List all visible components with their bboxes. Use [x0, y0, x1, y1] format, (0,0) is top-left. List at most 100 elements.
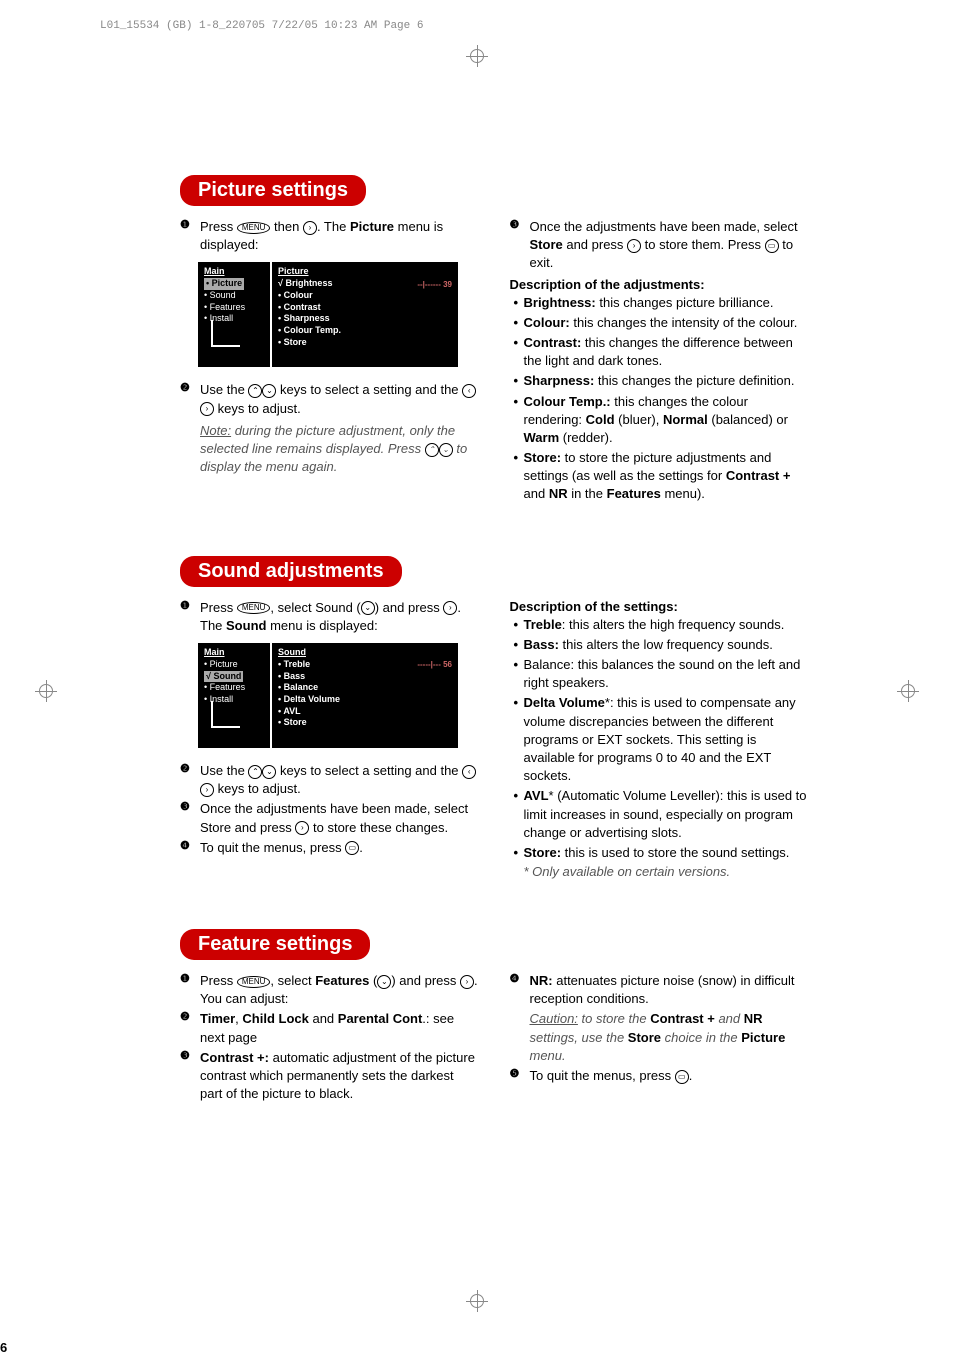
- text: , select Sound (: [270, 600, 360, 615]
- osd-item: • Store: [278, 337, 452, 349]
- page-number: 6: [0, 1340, 7, 1355]
- right-key-icon: ›: [303, 221, 317, 235]
- osd-slider: --|------ 39: [417, 280, 452, 289]
- text: Once the adjustments have been made, sel…: [530, 219, 798, 234]
- down-key-icon: ⌄: [377, 975, 391, 989]
- text: Cold: [586, 412, 615, 427]
- text: Press: [200, 973, 237, 988]
- picture-right-col: ❸ Once the adjustments have been made, s…: [510, 218, 810, 506]
- text: Delta Volume: [524, 695, 605, 710]
- text: Use the: [200, 382, 248, 397]
- osd-item: • Picture: [204, 659, 266, 671]
- text: .: [689, 1068, 693, 1083]
- right-key-icon: ›: [295, 821, 309, 835]
- text: Colour:: [524, 315, 570, 330]
- osd-item: • Balance: [278, 682, 452, 694]
- osd-item: • Colour Temp.: [278, 325, 452, 337]
- osd-item: • Delta Volume: [278, 694, 452, 706]
- text: Timer: [200, 1011, 235, 1026]
- text: Warm: [524, 430, 560, 445]
- text: Contrast:: [524, 335, 582, 350]
- osd-item: • Picture: [204, 278, 244, 290]
- feature-right-col: ❹ NR: attenuates picture noise (snow) in…: [510, 972, 810, 1105]
- text: To quit the menus, press: [200, 840, 345, 855]
- text: Features: [315, 973, 369, 988]
- osd-arrow-icon: [210, 701, 240, 736]
- osd-item: • Colour: [278, 290, 452, 302]
- text: (redder).: [559, 430, 612, 445]
- step-3-badge: ❸: [510, 218, 524, 233]
- text: and: [524, 486, 549, 501]
- step-2-badge: ❷: [180, 762, 194, 777]
- step-1-badge: ❶: [180, 218, 194, 233]
- sound-section: Sound adjustments ❶ Press MENU, select S…: [180, 556, 809, 879]
- step-4-badge: ❹: [510, 972, 524, 987]
- feature-section: Feature settings ❶ Press MENU, select Fe…: [180, 929, 809, 1105]
- down-key-icon: ⌄: [361, 601, 375, 615]
- text: Sound: [226, 618, 266, 633]
- text: this is used to store the sound settings…: [561, 845, 789, 860]
- text: settings, use the: [530, 1030, 628, 1045]
- sound-left-col: ❶ Press MENU, select Sound (⌄) and press…: [180, 599, 480, 879]
- text: and press: [563, 237, 627, 252]
- osd-item: • Features: [204, 302, 266, 314]
- exit-key-icon: ▭: [675, 1070, 689, 1084]
- note-label: Note:: [200, 423, 231, 438]
- left-key-icon: ‹: [462, 384, 476, 398]
- text: Bass:: [524, 637, 559, 652]
- text: Features: [607, 486, 661, 501]
- osd-arrow-icon: [210, 320, 240, 355]
- text: AVL: [524, 788, 549, 803]
- text: . The: [317, 219, 350, 234]
- text: then: [270, 219, 303, 234]
- text: Press: [200, 600, 237, 615]
- text: Contrast +:: [200, 1050, 269, 1065]
- text: Child Lock: [242, 1011, 308, 1026]
- text: this alters the low frequency sounds.: [559, 637, 773, 652]
- text: during the picture adjustment, only the …: [200, 423, 455, 456]
- text: Store: [530, 237, 563, 252]
- exit-key-icon: ▭: [345, 841, 359, 855]
- osd-sub-title: Picture: [278, 266, 452, 276]
- text: (: [369, 973, 377, 988]
- text: keys to adjust.: [214, 781, 301, 796]
- step-3-badge: ❸: [180, 800, 194, 815]
- step-1-badge: ❶: [180, 599, 194, 614]
- step-3-badge: ❸: [180, 1049, 194, 1064]
- text: Store: [628, 1030, 661, 1045]
- text: : this alters the high frequency sounds.: [562, 617, 785, 632]
- osd-main-title: Main: [204, 266, 266, 276]
- osd-main-title: Main: [204, 647, 266, 657]
- text: keys to select a setting and the: [276, 763, 462, 778]
- text: Treble: [524, 617, 562, 632]
- text: this changes the intensity of the colour…: [570, 315, 798, 330]
- page-content: Picture settings ❶ Press MENU then ›. Th…: [0, 0, 954, 1205]
- text: choice in the: [661, 1030, 741, 1045]
- up-key-icon: ⌃: [248, 765, 262, 779]
- osd-item: √ Brightness: [278, 278, 332, 290]
- sound-right-col: Description of the settings: Treble: thi…: [510, 599, 810, 879]
- text: in the: [568, 486, 607, 501]
- osd-item: • Sound: [204, 290, 266, 302]
- text: Use the: [200, 763, 248, 778]
- step-1-badge: ❶: [180, 972, 194, 987]
- text: To quit the menus, press: [530, 1068, 675, 1083]
- sound-title: Sound adjustments: [180, 556, 402, 587]
- text: this changes the picture definition.: [594, 373, 794, 388]
- step-2-badge: ❷: [180, 1010, 194, 1025]
- osd-item: √ Sound: [204, 671, 243, 683]
- desc-heading: Description of the adjustments:: [510, 277, 810, 292]
- right-key-icon: ›: [200, 402, 214, 416]
- sound-osd: Main • Picture √ Sound • Features • Inst…: [198, 643, 458, 748]
- text: Store:: [524, 845, 562, 860]
- osd-item: • AVL: [278, 706, 452, 718]
- caution-label: Caution:: [530, 1011, 578, 1026]
- up-key-icon: ⌃: [425, 443, 439, 457]
- right-key-icon: ›: [443, 601, 457, 615]
- feature-title: Feature settings: [180, 929, 370, 960]
- osd-item: • Contrast: [278, 302, 452, 314]
- left-key-icon: ‹: [462, 765, 476, 779]
- text: and: [309, 1011, 338, 1026]
- text: NR: [744, 1011, 763, 1026]
- right-key-icon: ›: [200, 783, 214, 797]
